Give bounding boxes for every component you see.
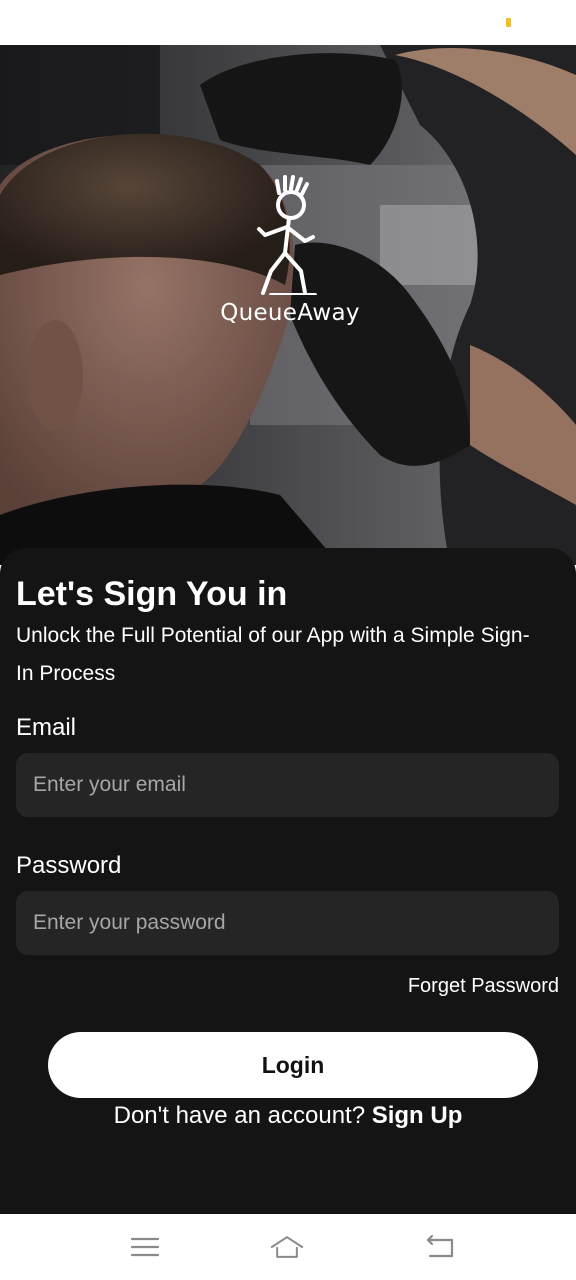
page-subtitle: Unlock the Full Potential of our App wit…	[16, 624, 530, 685]
system-nav-bar	[0, 1214, 576, 1280]
signup-prompt: Don't have an account?	[113, 1102, 372, 1129]
password-label: Password	[16, 852, 122, 879]
app-logo: QueueAway	[205, 175, 375, 345]
battery-indicator-icon	[506, 18, 511, 27]
stickman-logo-icon	[257, 175, 317, 295]
app-logo-text: QueueAway	[220, 300, 360, 326]
page-title: Let's Sign You in	[16, 575, 288, 613]
menu-icon[interactable]	[128, 1232, 162, 1262]
forget-password-link[interactable]: Forget Password	[408, 975, 559, 998]
email-input[interactable]	[16, 753, 559, 817]
signup-row: Don't have an account? Sign Up	[0, 1102, 576, 1130]
home-icon[interactable]	[270, 1232, 304, 1262]
hero-image: QueueAway	[0, 45, 576, 565]
signup-link[interactable]: Sign Up	[372, 1102, 463, 1129]
login-button[interactable]: Login	[48, 1032, 538, 1098]
email-label: Email	[16, 714, 77, 741]
back-icon[interactable]	[424, 1232, 458, 1262]
status-bar	[0, 0, 576, 45]
password-input[interactable]	[16, 891, 559, 955]
